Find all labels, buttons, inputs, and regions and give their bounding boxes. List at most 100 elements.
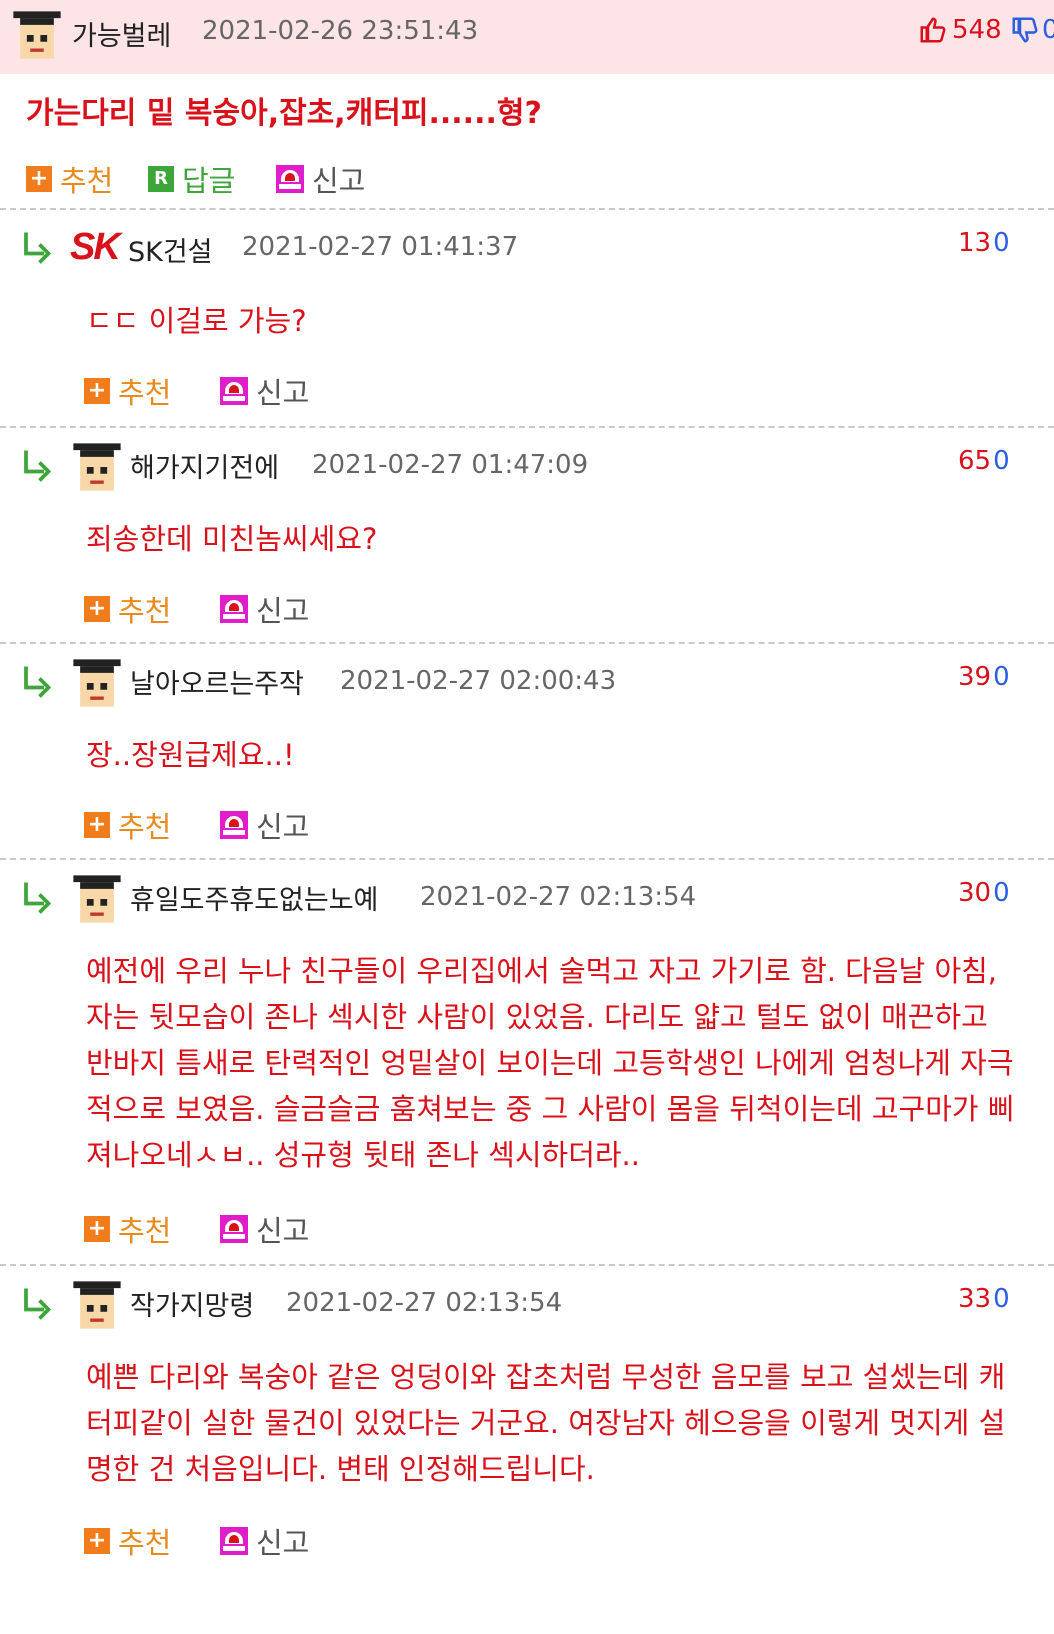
comment-votes[interactable]: 650 <box>958 446 1010 476</box>
post-downvote-count: 0 <box>1042 15 1054 45</box>
comment-votes[interactable]: 130 <box>958 228 1010 258</box>
post-upvote[interactable]: 548 <box>918 14 1002 46</box>
recommend-button[interactable]: + 추천 <box>84 370 171 412</box>
comment-votes[interactable]: 390 <box>958 662 1010 692</box>
post-date: 2021-02-26 23:51:43 <box>202 16 479 46</box>
report-button[interactable]: 신고 <box>220 1208 309 1250</box>
comment-date: 2021-02-27 01:47:09 <box>312 450 589 480</box>
thumbs-up-icon[interactable] <box>918 15 948 45</box>
recommend-button[interactable]: + 추천 <box>84 1208 171 1250</box>
comment-downvote-count: 0 <box>993 662 1010 692</box>
comment-downvote-count: 0 <box>993 1284 1010 1314</box>
comment-downvote-count: 0 <box>993 878 1010 908</box>
reply-arrow-icon <box>24 666 52 698</box>
comment-text: 예전에 우리 누나 친구들이 우리집에서 술먹고 자고 가기로 함. 다음날 아… <box>86 954 1015 1172</box>
post-author[interactable]: 가능벌레 <box>72 14 171 53</box>
avatar-icon[interactable] <box>70 872 124 926</box>
reply-arrow-icon <box>24 450 52 482</box>
comment-votes[interactable]: 300 <box>958 878 1010 908</box>
recommend-button[interactable]: + 추천 <box>84 1520 171 1562</box>
comment-upvote-count: 39 <box>958 662 992 692</box>
report-button[interactable]: 신고 <box>220 588 309 630</box>
comment-text: ㄷㄷ 이걸로 가능? <box>86 304 307 338</box>
recommend-button[interactable]: + 추천 <box>84 804 171 846</box>
report-button[interactable]: 신고 <box>220 1520 309 1562</box>
comment-text: 죄송한데 미친놈씨세요? <box>86 522 378 556</box>
avatar-icon[interactable] <box>70 656 124 710</box>
report-button[interactable]: 신고 <box>276 158 365 200</box>
recommend-label: 추천 <box>118 810 172 844</box>
plus-icon: + <box>84 1528 110 1554</box>
divider <box>0 642 1054 644</box>
reply-label: 답글 <box>182 164 236 198</box>
recommend-button[interactable]: + 추천 <box>26 158 113 200</box>
report-label: 신고 <box>256 594 310 628</box>
comment-page: 가능벌레 2021-02-26 23:51:43 548 0 가는다리 밑 복숭… <box>0 0 1054 1634</box>
comment-author[interactable]: 작가지망령 <box>130 1284 254 1323</box>
sk-logo: SK <box>70 226 121 268</box>
comment-downvote-count: 0 <box>993 228 1010 258</box>
thumbs-down-icon[interactable] <box>1010 15 1040 45</box>
siren-icon <box>220 595 248 623</box>
reply-arrow-icon <box>24 1288 52 1320</box>
plus-icon: + <box>84 378 110 404</box>
comment: 해가지기전에 2021-02-27 01:47:09 650 죄송한데 미친놈씨… <box>0 430 1054 640</box>
plus-icon: + <box>84 1216 110 1242</box>
post-downvote[interactable]: 0 <box>1010 14 1054 46</box>
comment: 작가지망령 2021-02-27 02:13:54 330 예쁜 다리와 복숭아… <box>0 1268 1054 1628</box>
recommend-button[interactable]: + 추천 <box>84 588 171 630</box>
siren-icon <box>276 165 304 193</box>
report-label: 신고 <box>256 1214 310 1248</box>
comment-text: 장..장원급제요..! <box>86 738 295 772</box>
comment: 휴일도주휴도없는노예 2021-02-27 02:13:54 300 예전에 우… <box>0 862 1054 1262</box>
divider <box>0 208 1054 210</box>
comment-date: 2021-02-27 02:00:43 <box>340 666 617 696</box>
recommend-label: 추천 <box>118 1526 172 1560</box>
comment-author[interactable]: 날아오르는주작 <box>130 662 304 701</box>
avatar-icon[interactable] <box>10 8 64 62</box>
recommend-label: 추천 <box>118 376 172 410</box>
divider <box>0 858 1054 860</box>
reply-arrow-icon <box>24 232 52 264</box>
comment-text: 예쁜 다리와 복숭아 같은 엉덩이와 잡초처럼 무성한 음모를 보고 설셌는데 … <box>86 1360 1006 1486</box>
recommend-label: 추천 <box>118 594 172 628</box>
comment-upvote-count: 30 <box>958 878 992 908</box>
reply-r-icon: R <box>148 166 174 192</box>
siren-icon <box>220 1215 248 1243</box>
avatar-icon[interactable] <box>70 1278 124 1332</box>
plus-icon: + <box>26 166 52 192</box>
plus-icon: + <box>84 596 110 622</box>
comment-downvote-count: 0 <box>993 446 1010 476</box>
report-button[interactable]: 신고 <box>220 804 309 846</box>
report-label: 신고 <box>256 376 310 410</box>
comment-upvote-count: 65 <box>958 446 992 476</box>
report-label: 신고 <box>312 164 366 198</box>
post-title: 가는다리 밑 복숭아,잡초,캐터피......형? <box>26 96 542 131</box>
reply-button[interactable]: R 답글 <box>148 158 235 200</box>
comment: SK SK건설 2021-02-27 01:41:37 130 ㄷㄷ 이걸로 가… <box>0 212 1054 422</box>
reply-arrow-icon <box>24 882 52 914</box>
post-header: 가능벌레 2021-02-26 23:51:43 548 0 <box>0 0 1054 74</box>
comment-upvote-count: 33 <box>958 1284 992 1314</box>
siren-icon <box>220 811 248 839</box>
comment-author[interactable]: 휴일도주휴도없는노예 <box>130 878 378 917</box>
plus-icon: + <box>84 812 110 838</box>
divider <box>0 426 1054 428</box>
comment-upvote-count: 13 <box>958 228 992 258</box>
recommend-label: 추천 <box>60 164 114 198</box>
comment-votes[interactable]: 330 <box>958 1284 1010 1314</box>
comment: 날아오르는주작 2021-02-27 02:00:43 390 장..장원급제요… <box>0 646 1054 856</box>
report-label: 신고 <box>256 810 310 844</box>
avatar-icon[interactable] <box>70 440 124 494</box>
recommend-label: 추천 <box>118 1214 172 1248</box>
comment-date: 2021-02-27 02:13:54 <box>420 882 697 912</box>
siren-icon <box>220 1527 248 1555</box>
comment-date: 2021-02-27 02:13:54 <box>286 1288 563 1318</box>
post-upvote-count: 548 <box>952 15 1002 45</box>
report-label: 신고 <box>256 1526 310 1560</box>
divider <box>0 1264 1054 1266</box>
comment-author[interactable]: 해가지기전에 <box>130 446 279 485</box>
report-button[interactable]: 신고 <box>220 370 309 412</box>
comment-date: 2021-02-27 01:41:37 <box>242 232 519 262</box>
comment-author[interactable]: SK건설 <box>128 230 213 269</box>
